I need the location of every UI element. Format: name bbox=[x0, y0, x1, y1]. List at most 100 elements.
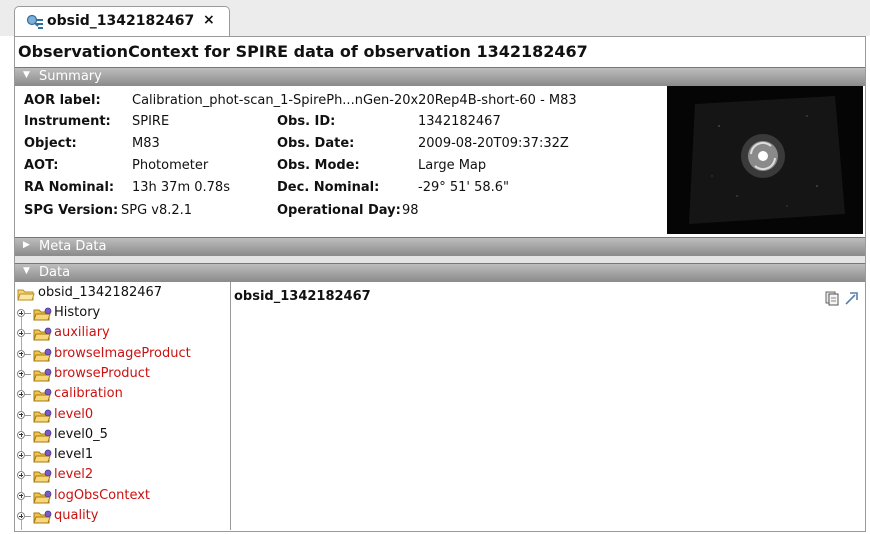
triangle-down-icon: ▼ bbox=[23, 70, 30, 80]
tree-connector bbox=[25, 353, 31, 355]
expand-icon[interactable] bbox=[17, 329, 25, 338]
dec-nominal-value: -29° 51' 58.6" bbox=[418, 180, 510, 195]
dec-nominal-key: Dec. Nominal: bbox=[277, 180, 380, 195]
obs-date-key: Obs. Date: bbox=[277, 136, 355, 151]
operational-day-key: Operational Day: bbox=[277, 203, 401, 218]
folder-icon bbox=[33, 469, 52, 487]
obs-date-value: 2009-08-20T09:37:32Z bbox=[418, 136, 569, 151]
copy-icon[interactable] bbox=[825, 291, 839, 310]
content-title: obsid_1342182467 bbox=[234, 289, 371, 304]
tree-connector bbox=[25, 475, 31, 477]
tree-node-label: level2 bbox=[54, 467, 94, 483]
expand-icon[interactable] bbox=[17, 491, 25, 500]
tree-connector bbox=[25, 333, 31, 335]
product-tree: obsid_1342182467 History auxiliary browseI… bbox=[15, 282, 231, 530]
triangle-right-icon: ▶ bbox=[23, 240, 30, 250]
folder-icon bbox=[33, 429, 52, 447]
tree-node-level1[interactable]: level1 bbox=[15, 446, 230, 466]
instrument-key: Instrument: bbox=[24, 114, 111, 129]
meta-data-spacer bbox=[15, 256, 865, 263]
tab-label: obsid_1342182467 bbox=[47, 13, 195, 29]
expand-icon[interactable] bbox=[17, 390, 25, 399]
tree-connector bbox=[25, 414, 31, 416]
object-key: Object: bbox=[24, 136, 77, 151]
close-icon[interactable]: × bbox=[203, 12, 215, 28]
obs-mode-key: Obs. Mode: bbox=[277, 158, 360, 173]
instrument-value: SPIRE bbox=[132, 114, 170, 129]
tree-node-logobscontext[interactable]: logObsContext bbox=[15, 487, 230, 507]
folder-icon bbox=[33, 388, 52, 406]
tree-node-label: calibration bbox=[54, 386, 123, 402]
tree-node-level0-5[interactable]: level0_5 bbox=[15, 426, 230, 446]
expand-icon[interactable] bbox=[17, 471, 25, 480]
folder-icon bbox=[33, 510, 52, 528]
browse-image-thumbnail bbox=[667, 86, 863, 234]
tree-node-label: browseProduct bbox=[54, 365, 151, 381]
expand-icon[interactable] bbox=[17, 309, 25, 317]
tree-node-browseproduct[interactable]: browseProduct bbox=[15, 365, 230, 385]
folder-icon bbox=[33, 449, 52, 467]
observation-context-icon bbox=[26, 14, 44, 34]
obs-id-key: Obs. ID: bbox=[277, 114, 336, 129]
tree-connector bbox=[25, 495, 31, 497]
expand-icon[interactable] bbox=[17, 451, 25, 460]
tree-connector bbox=[25, 373, 31, 375]
aot-key: AOT: bbox=[24, 158, 59, 173]
page-title: ObservationContext for SPIRE data of obs… bbox=[18, 42, 588, 61]
folder-icon bbox=[33, 490, 52, 508]
tree-connector bbox=[25, 313, 31, 314]
folder-open-icon bbox=[17, 287, 35, 305]
tree-node-label: level1 bbox=[54, 447, 94, 463]
expand-icon[interactable] bbox=[17, 430, 25, 439]
tree-node-label: browseImageProduct bbox=[54, 345, 191, 361]
triangle-down-icon: ▼ bbox=[23, 266, 30, 276]
aor-label-value: Calibration_phot-scan_1-SpirePh...nGen-2… bbox=[132, 93, 577, 108]
tree-node-quality[interactable]: quality bbox=[15, 507, 230, 527]
aot-value: Photometer bbox=[132, 158, 209, 173]
folder-icon bbox=[33, 368, 52, 386]
tab-observation[interactable]: obsid_1342182467 × bbox=[14, 6, 230, 36]
tab-bar: obsid_1342182467 × bbox=[0, 0, 870, 36]
tree-node-calibration[interactable]: calibration bbox=[15, 385, 230, 405]
section-data-label: Data bbox=[39, 265, 71, 280]
expand-icon[interactable] bbox=[17, 512, 25, 520]
folder-icon bbox=[33, 348, 52, 366]
tree-node-label: History bbox=[54, 305, 101, 320]
tree-root-label: obsid_1342182467 bbox=[38, 285, 163, 300]
section-meta-label: Meta Data bbox=[39, 239, 107, 254]
tree-node-label: quality bbox=[54, 508, 99, 523]
aor-label-key: AOR label: bbox=[24, 93, 101, 108]
tree-node-label: level0_5 bbox=[54, 426, 108, 442]
tree-node-label: auxiliary bbox=[54, 325, 110, 341]
tree-root[interactable]: obsid_1342182467 bbox=[15, 284, 230, 304]
tree-node-auxiliary[interactable]: auxiliary bbox=[15, 324, 230, 344]
tree-node-level2[interactable]: level2 bbox=[15, 466, 230, 486]
tree-node-level0[interactable]: level0 bbox=[15, 406, 230, 426]
expand-icon[interactable] bbox=[17, 369, 25, 378]
ra-nominal-value: 13h 37m 0.78s bbox=[132, 180, 230, 195]
spg-version-value: SPG v8.2.1 bbox=[121, 203, 193, 218]
section-meta-header[interactable]: ▶ Meta Data bbox=[15, 237, 865, 256]
section-summary-label: Summary bbox=[39, 69, 102, 84]
popout-icon[interactable] bbox=[844, 290, 860, 310]
folder-icon bbox=[33, 327, 52, 345]
tree-node-label: logObsContext bbox=[54, 487, 151, 503]
content-panel: obsid_1342182467 bbox=[231, 282, 865, 530]
section-summary-header[interactable]: ▼ Summary bbox=[15, 67, 865, 86]
operational-day-value: 98 bbox=[402, 203, 419, 218]
folder-icon bbox=[33, 307, 52, 325]
expand-icon[interactable] bbox=[17, 349, 25, 358]
tree-node-history[interactable]: History bbox=[15, 304, 230, 324]
tree-connector bbox=[25, 394, 31, 396]
tree-connector bbox=[25, 434, 31, 436]
object-value: M83 bbox=[132, 136, 160, 151]
obs-mode-value: Large Map bbox=[418, 158, 487, 173]
tree-connector bbox=[25, 516, 31, 517]
ra-nominal-key: RA Nominal: bbox=[24, 180, 115, 195]
tree-connector bbox=[25, 455, 31, 457]
folder-icon bbox=[33, 409, 52, 427]
expand-icon[interactable] bbox=[17, 410, 25, 419]
section-data-header[interactable]: ▼ Data bbox=[15, 263, 865, 282]
tree-node-browseimageproduct[interactable]: browseImageProduct bbox=[15, 345, 230, 365]
obs-id-value: 1342182467 bbox=[418, 114, 501, 129]
